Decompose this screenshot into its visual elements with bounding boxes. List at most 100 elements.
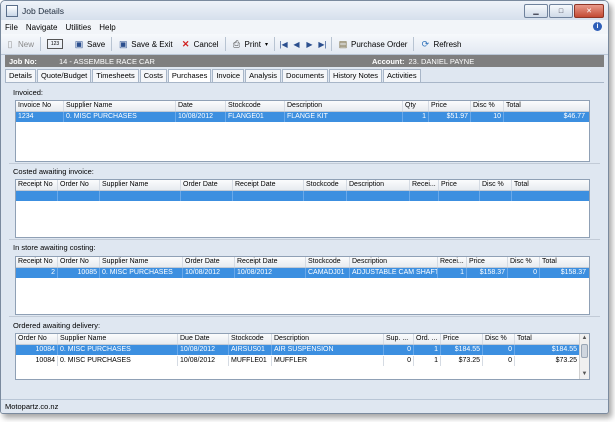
tab-history-notes[interactable]: History Notes [328,69,382,82]
menu-utilities[interactable]: Utilities [61,23,95,32]
column-header[interactable]: Stockcode [306,257,350,267]
column-header[interactable]: Stockcode [304,180,347,190]
column-header[interactable]: Qty [403,101,429,111]
tab-invoice[interactable]: Invoice [212,69,245,82]
column-header[interactable]: Order No [58,180,100,190]
first-record-icon[interactable]: |◀ [279,40,288,49]
column-header[interactable]: Receipt No [16,257,58,267]
tab-activities[interactable]: Activities [383,69,421,82]
column-header[interactable]: Price [439,180,480,190]
minimize-button[interactable]: ▁ [524,4,548,18]
column-header[interactable]: Order Date [181,180,233,190]
column-header[interactable]: Receipt Date [233,180,304,190]
print-label: Print [244,39,261,49]
window-controls: ▁ □ ✕ [524,4,604,18]
table-row[interactable] [16,191,589,201]
column-header[interactable]: Order Date [183,257,235,267]
column-header[interactable]: Total [540,257,588,267]
table-row[interactable]: 1234 0. MISC PURCHASES 10/08/2012 FLANGE… [16,112,589,122]
column-header[interactable]: Description [272,334,384,344]
column-header[interactable]: Description [347,180,410,190]
next-record-icon[interactable]: ▶ [305,40,314,49]
cell-order-no [58,191,100,201]
cell-price: $158.37 [467,268,508,278]
tab-quote-budget[interactable]: Quote/Budget [36,69,92,82]
scroll-down-icon[interactable]: ▼ [580,370,589,379]
toolbar: ▯ New 123 ▣ Save ▣ Save & Exit ✕ Cancel ⎙ Pri… [1,34,608,55]
tab-analysis[interactable]: Analysis [245,69,282,82]
job-no-value: 14 - ASSEMBLE RACE CAR [59,56,155,66]
last-record-icon[interactable]: ▶| [318,40,327,49]
save-exit-button[interactable]: ▣ Save & Exit [114,36,176,52]
column-header[interactable]: Description [350,257,438,267]
column-header[interactable]: Invoice No [16,101,64,111]
column-header[interactable]: Sup. ... [384,334,414,344]
tab-purchases[interactable]: Purchases [167,69,212,83]
column-header[interactable]: Disc % [483,334,515,344]
instore-grid[interactable]: Receipt No Order No Supplier Name Order … [15,256,590,315]
column-header[interactable]: Date [176,101,226,111]
column-header[interactable]: Price [441,334,483,344]
column-header[interactable]: Order No [58,257,100,267]
column-header[interactable]: Recei... [438,257,467,267]
column-header[interactable]: Supplier Name [100,180,181,190]
column-header[interactable]: Ord. ... [414,334,441,344]
id-button[interactable]: 123 [43,36,70,52]
menu-file[interactable]: File [1,23,22,32]
cell-price [439,191,480,201]
column-header[interactable]: Total [515,334,579,344]
info-icon[interactable]: i [593,22,602,31]
column-header[interactable]: Disc % [508,257,540,267]
menu-help[interactable]: Help [95,23,119,32]
column-header[interactable]: Recei... [410,180,439,190]
tab-costs[interactable]: Costs [139,69,167,82]
column-header[interactable]: Price [429,101,471,111]
cancel-button[interactable]: ✕ Cancel [177,36,223,52]
print-button[interactable]: ⎙ Print ▾ [228,36,272,52]
menu-navigate[interactable]: Navigate [22,23,62,32]
column-header[interactable]: Supplier Name [64,101,176,111]
new-document-icon: ▯ [7,39,13,49]
column-header[interactable]: Supplier Name [100,257,183,267]
previous-record-icon[interactable]: ◀ [292,40,301,49]
account-label: Account: [372,56,405,66]
close-button[interactable]: ✕ [574,4,604,18]
cell-supplied: 0 [384,356,414,366]
column-header[interactable]: Description [285,101,403,111]
refresh-button[interactable]: ⟳ Refresh [416,36,465,52]
column-header[interactable]: Supplier Name [58,334,178,344]
scroll-up-icon[interactable]: ▲ [580,334,589,343]
purchase-order-button[interactable]: ▤ Purchase Order [334,36,411,52]
costed-header-row: Receipt No Order No Supplier Name Order … [16,180,589,191]
maximize-button[interactable]: □ [549,4,573,18]
scroll-thumb[interactable] [581,344,588,358]
tab-details[interactable]: Details [5,69,36,82]
table-row[interactable]: 10084 0. MISC PURCHASES 10/08/2012 AIRSU… [16,345,579,355]
ordered-grid[interactable]: Order No Supplier Name Due Date Stockcod… [15,333,590,380]
tab-documents[interactable]: Documents [282,69,328,82]
column-header[interactable]: Total [504,101,587,111]
section-divider [9,163,600,164]
tab-timesheets[interactable]: Timesheets [92,69,139,82]
column-header[interactable]: Stockcode [229,334,272,344]
column-header[interactable]: Disc % [471,101,504,111]
costed-grid[interactable]: Receipt No Order No Supplier Name Order … [15,179,590,238]
save-button[interactable]: ▣ Save [70,36,109,52]
vertical-scrollbar[interactable]: ▲ ▼ [579,334,589,379]
column-header[interactable]: Disc % [480,180,512,190]
new-button[interactable]: ▯ New [1,36,38,52]
invoiced-grid[interactable]: Invoice No Supplier Name Date Stockcode … [15,100,590,162]
column-header[interactable]: Total [512,180,587,190]
column-header[interactable]: Order No [16,334,58,344]
column-header[interactable]: Receipt Date [235,257,306,267]
table-row[interactable]: 10084 0. MISC PURCHASES 10/08/2012 MUFFL… [16,356,579,366]
cancel-icon: ✕ [181,39,190,49]
column-header[interactable]: Stockcode [226,101,285,111]
column-header[interactable]: Price [467,257,508,267]
cell-description: ADJUSTABLE CAM SHAFT [352,268,438,278]
column-header[interactable]: Receipt No [16,180,58,190]
cell-stockcode: AIRSUS01 [229,345,272,355]
column-header[interactable]: Due Date [178,334,229,344]
cell-supplier: 0. MISC PURCHASES [100,268,183,278]
table-row[interactable]: 2 10085 0. MISC PURCHASES 10/08/2012 10/… [16,268,589,278]
